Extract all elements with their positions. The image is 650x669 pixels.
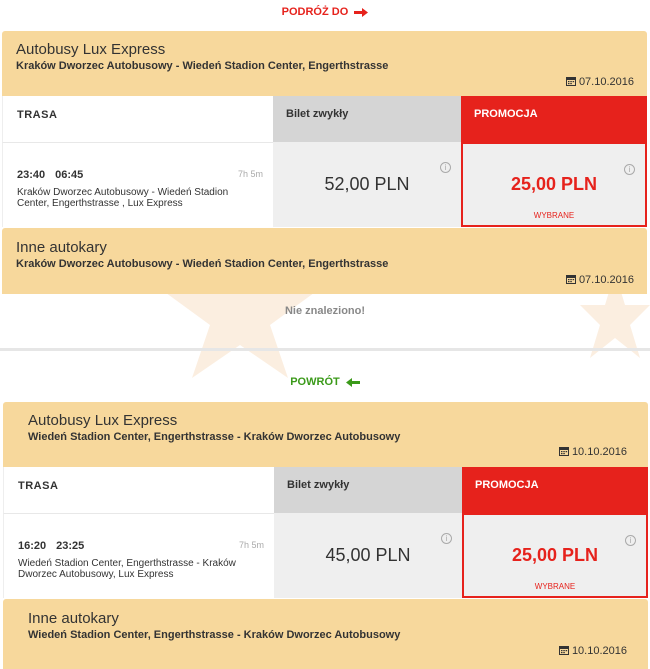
travel-date: 10.10.2016 <box>558 446 627 458</box>
info-icon[interactable]: i <box>440 162 451 173</box>
outbound-heading: PODRÓŻ DO <box>0 6 650 18</box>
outbound-other-section: Inne autokary Kraków Dworzec Autobusowy … <box>2 228 647 294</box>
regular-fare-option[interactable]: 52,00 PLN i <box>273 142 461 227</box>
col-bilet-zwykly: Bilet zwykły <box>273 96 461 142</box>
section-divider <box>0 348 650 351</box>
info-icon[interactable]: i <box>624 164 635 175</box>
travel-date: 07.10.2016 <box>565 76 634 88</box>
travel-date-text: 07.10.2016 <box>578 274 634 286</box>
return-heading: POWRÓT <box>0 376 650 388</box>
trip-row: 16:20 23:25 7h 5m Wiedeń Stadion Center, … <box>3 513 648 598</box>
fare-table-header: TRASA Bilet zwykły PROMOCJA <box>3 467 648 513</box>
route-name: Wiedeń Stadion Center, Engerthstrasse - … <box>28 431 401 443</box>
trip-info: 16:20 23:25 7h 5m Wiedeń Stadion Center, … <box>3 513 274 598</box>
outbound-lux-section: Autobusy Lux Express Kraków Dworzec Auto… <box>2 31 647 227</box>
trip-info: 23:40 06:45 7h 5m Kraków Dworzec Autobuso… <box>2 142 273 227</box>
arrival-time: 06:45 <box>55 169 84 181</box>
calendar-icon <box>565 77 576 86</box>
col-trasa: TRASA <box>2 96 273 142</box>
trip-description: Wiedeń Stadion Center, Engerthstrasse - … <box>18 558 236 580</box>
travel-date-text: 07.10.2016 <box>578 76 634 88</box>
route-name: Wiedeń Stadion Center, Engerthstrasse - … <box>28 629 401 641</box>
return-heading-label: POWRÓT <box>290 376 340 388</box>
route-name: Kraków Dworzec Autobusowy - Wiedeń Stadi… <box>16 258 389 270</box>
promo-fare-price: 25,00 PLN <box>511 545 599 565</box>
travel-date: 10.10.2016 <box>558 645 627 657</box>
trip-description: Kraków Dworzec Autobusowy - Wiedeń Stadi… <box>17 187 229 209</box>
company-name: Autobusy Lux Express <box>28 412 178 429</box>
regular-fare-option[interactable]: 45,00 PLN i <box>274 513 462 598</box>
regular-fare-price: 52,00 PLN <box>324 174 410 194</box>
outbound-heading-label: PODRÓŻ DO <box>281 6 349 18</box>
col-promocja: PROMOCJA <box>461 96 647 142</box>
info-icon[interactable]: i <box>441 533 452 544</box>
selected-label: WYBRANE <box>534 582 576 591</box>
return-other-section: Inne autokary Wiedeń Stadion Center, Eng… <box>3 599 648 669</box>
not-found-message: Nie znaleziono! <box>284 305 366 317</box>
outbound-lux-header: Autobusy Lux Express Kraków Dworzec Auto… <box>2 31 647 96</box>
promo-fare-price: 25,00 PLN <box>510 174 598 194</box>
arrival-time: 23:25 <box>56 540 85 552</box>
trip-duration: 7h 5m <box>238 540 264 550</box>
selected-label: WYBRANE <box>533 211 575 220</box>
travel-date-text: 10.10.2016 <box>571 645 627 657</box>
info-icon[interactable]: i <box>625 535 636 546</box>
trip-row: 23:40 06:45 7h 5m Kraków Dworzec Autobuso… <box>2 142 647 227</box>
travel-date: 07.10.2016 <box>565 274 634 286</box>
company-name: Autobusy Lux Express <box>16 41 166 58</box>
route-name: Kraków Dworzec Autobusowy - Wiedeń Stadi… <box>16 60 389 72</box>
trip-times: 16:20 23:25 <box>18 540 94 552</box>
return-lux-header: Autobusy Lux Express Wiedeń Stadion Cent… <box>3 402 648 467</box>
col-promocja: PROMOCJA <box>462 467 648 513</box>
return-lux-section: Autobusy Lux Express Wiedeń Stadion Cent… <box>3 402 648 598</box>
calendar-icon <box>558 447 569 456</box>
company-name: Inne autokary <box>16 239 107 256</box>
travel-date-text: 10.10.2016 <box>571 446 627 458</box>
trip-duration: 7h 5m <box>237 169 263 179</box>
fare-table-header: TRASA Bilet zwykły PROMOCJA <box>2 96 647 142</box>
departure-time: 23:40 <box>17 169 46 181</box>
col-bilet-zwykly: Bilet zwykły <box>274 467 462 513</box>
promo-fare-option[interactable]: 25,00 PLN i WYBRANE <box>461 142 647 227</box>
col-trasa: TRASA <box>3 467 274 513</box>
calendar-icon <box>565 275 576 284</box>
regular-fare-price: 45,00 PLN <box>325 545 411 565</box>
calendar-icon <box>558 646 569 655</box>
arrow-left-icon <box>345 377 360 387</box>
promo-fare-option[interactable]: 25,00 PLN i WYBRANE <box>462 513 648 598</box>
departure-time: 16:20 <box>18 540 47 552</box>
company-name: Inne autokary <box>28 610 119 627</box>
arrow-right-icon <box>354 7 369 17</box>
return-other-header: Inne autokary Wiedeń Stadion Center, Eng… <box>3 599 648 669</box>
trip-times: 23:40 06:45 <box>17 169 93 181</box>
outbound-other-header: Inne autokary Kraków Dworzec Autobusowy … <box>2 228 647 294</box>
